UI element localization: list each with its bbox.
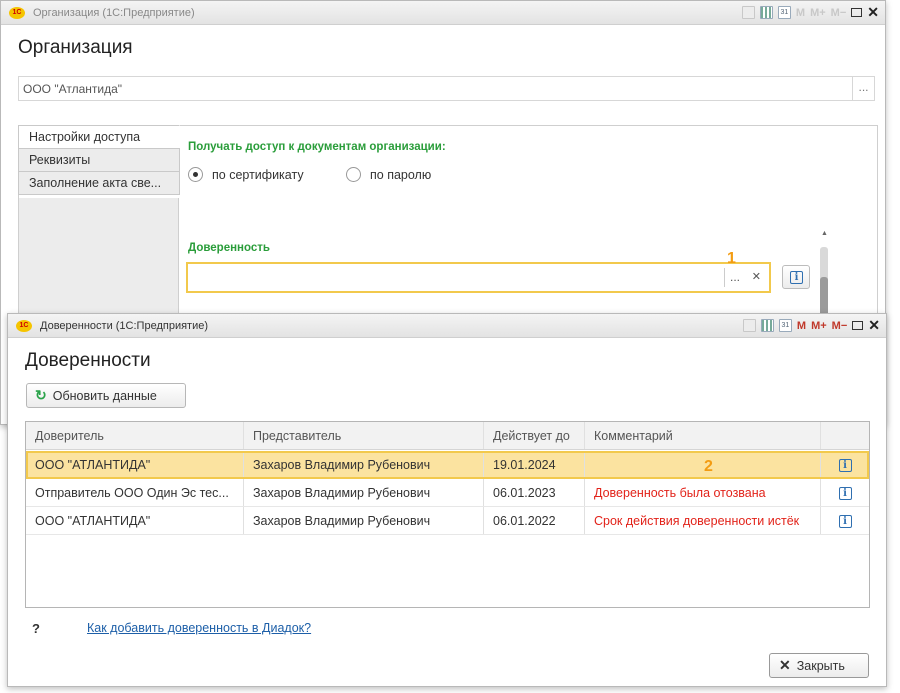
info-icon: i — [790, 271, 803, 284]
window-title: Организация (1С:Предприятие) — [33, 6, 195, 19]
poa-select-button[interactable]: ... — [730, 270, 740, 284]
help-icon: ? — [32, 621, 40, 636]
column-header-info — [821, 422, 869, 449]
access-heading: Получать доступ к документам организации… — [188, 141, 446, 153]
scrollbar-thumb[interactable] — [820, 277, 828, 317]
poa-window: 1С Доверенности (1С:Предприятие) 31 M M+… — [7, 313, 887, 687]
tab-list: Настройки доступа Реквизиты Заполнение а… — [18, 125, 180, 195]
table-row[interactable]: ООО "АТЛАНТИДА" Захаров Владимир Рубенов… — [26, 507, 869, 535]
cell-representative: Захаров Владимир Рубенович — [244, 479, 484, 506]
marker-1: 1 — [727, 250, 736, 267]
radio-certificate[interactable]: по сертификату — [188, 167, 304, 182]
tab-reconciliation-act[interactable]: Заполнение акта све... — [18, 171, 180, 195]
calculator-icon[interactable] — [760, 319, 774, 332]
titlebar-tools: 31 M M+ M− ✕ — [742, 317, 880, 334]
close-icon[interactable]: ✕ — [868, 317, 880, 334]
select-button[interactable]: ... — [852, 77, 874, 100]
organization-value: ООО "Атлантида" — [23, 82, 123, 96]
cell-info[interactable]: i — [821, 451, 869, 479]
refresh-button[interactable]: ↻ Обновить данные — [26, 383, 186, 408]
window-title: Доверенности (1С:Предприятие) — [40, 319, 209, 332]
table-row[interactable]: ООО "АТЛАНТИДА" Захаров Владимир Рубенов… — [26, 451, 869, 479]
marker-2: 2 — [704, 458, 713, 475]
close-label: Закрыть — [796, 658, 845, 673]
memory-minus-button[interactable]: M− — [831, 7, 847, 19]
radio-password-label: по паролю — [370, 167, 432, 182]
calculator-icon[interactable] — [759, 6, 773, 19]
page-title: Организация — [18, 37, 133, 58]
close-button[interactable]: ✕ Закрыть — [769, 653, 869, 678]
cell-principal: Отправитель ООО Один Эс тес... — [26, 479, 244, 506]
memory-m-button[interactable]: M — [796, 7, 805, 19]
poa-heading: Доверенность — [188, 242, 270, 254]
memory-m-button[interactable]: M — [797, 320, 806, 332]
maximize-icon[interactable] — [851, 8, 863, 17]
radio-selected-icon[interactable] — [188, 167, 203, 182]
table-row[interactable]: Отправитель ООО Один Эс тес... Захаров В… — [26, 479, 869, 507]
cell-comment: Доверенность была отозвана — [585, 479, 821, 506]
cell-comment: Срок действия доверенности истёк — [585, 507, 821, 534]
info-icon[interactable]: i — [838, 459, 852, 472]
cell-info[interactable]: i — [821, 479, 869, 506]
cell-info[interactable]: i — [821, 507, 869, 534]
calendar-icon[interactable]: 31 — [777, 6, 791, 19]
column-header-principal[interactable]: Доверитель — [26, 422, 244, 449]
column-header-representative[interactable]: Представитель — [244, 422, 484, 449]
memory-plus-button[interactable]: M+ — [811, 320, 827, 332]
poa-table: Доверитель Представитель Действует до Ко… — [25, 421, 870, 608]
radio-password[interactable]: по паролю — [346, 167, 431, 182]
cell-comment: 2 — [585, 451, 821, 479]
refresh-icon: ↻ — [35, 387, 47, 403]
tab-access-settings[interactable]: Настройки доступа — [18, 125, 180, 149]
calendar-icon[interactable]: 31 — [778, 319, 792, 332]
page-title: Доверенности — [25, 350, 151, 371]
info-icon[interactable]: i — [838, 515, 852, 528]
titlebar-tools: 31 M M+ M− ✕ — [741, 4, 879, 21]
app-logo-icon: 1С — [16, 319, 32, 332]
column-header-comment[interactable]: Комментарий — [585, 422, 821, 449]
refresh-label: Обновить данные — [52, 388, 157, 403]
cell-representative: Захаров Владимир Рубенович — [244, 507, 484, 534]
clear-icon[interactable]: ✕ — [752, 270, 761, 283]
close-icon[interactable]: ✕ — [867, 4, 879, 21]
print-icon[interactable] — [742, 319, 756, 332]
organization-field[interactable]: ООО "Атлантида" ... — [18, 76, 875, 101]
cell-representative: Захаров Владимир Рубенович — [244, 451, 484, 479]
poa-input[interactable]: ... ✕ — [186, 262, 771, 293]
info-button[interactable]: i — [782, 265, 810, 289]
cell-valid-until: 19.01.2024 — [484, 451, 585, 479]
print-icon[interactable] — [741, 6, 755, 19]
titlebar: 1С Доверенности (1С:Предприятие) 31 M M+… — [8, 314, 886, 338]
cell-principal: ООО "АТЛАНТИДА" — [26, 507, 244, 534]
info-icon[interactable]: i — [838, 487, 852, 500]
cell-principal: ООО "АТЛАНТИДА" — [26, 451, 244, 479]
close-icon: ✕ — [779, 657, 791, 673]
field-divider — [724, 268, 725, 287]
radio-certificate-label: по сертификату — [212, 167, 304, 182]
help-link[interactable]: Как добавить доверенность в Диадок? — [87, 621, 311, 635]
tab-requisites[interactable]: Реквизиты — [18, 148, 180, 172]
titlebar: 1С Организация (1С:Предприятие) 31 M M+ … — [1, 1, 885, 25]
memory-minus-button[interactable]: M− — [832, 320, 848, 332]
table-header: Доверитель Представитель Действует до Ко… — [26, 422, 869, 450]
scroll-up-icon[interactable]: ▲ — [821, 230, 828, 237]
app-logo-icon: 1С — [9, 6, 25, 19]
maximize-icon[interactable] — [852, 321, 864, 330]
memory-plus-button[interactable]: M+ — [810, 7, 826, 19]
radio-unselected-icon[interactable] — [346, 167, 361, 182]
cell-valid-until: 06.01.2022 — [484, 507, 585, 534]
column-header-valid-until[interactable]: Действует до — [484, 422, 585, 449]
cell-valid-until: 06.01.2023 — [484, 479, 585, 506]
